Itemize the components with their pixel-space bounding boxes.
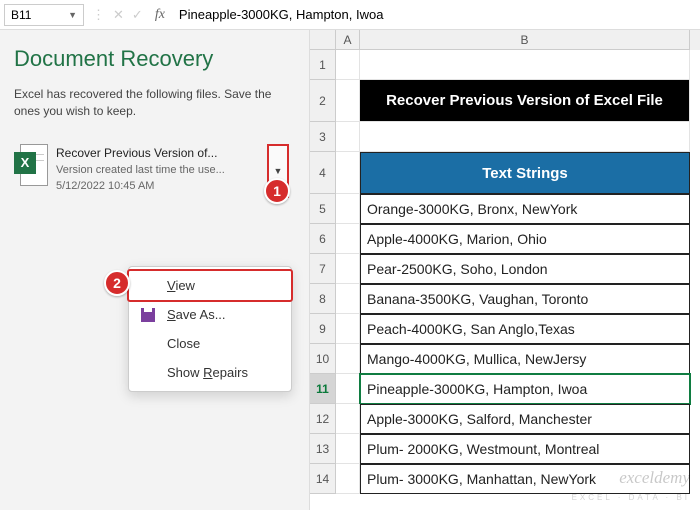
data-cell[interactable]: Plum- 2000KG, Westmount, Montreal [360, 434, 690, 464]
row-header[interactable]: 1 [310, 50, 336, 80]
recovered-file-entry[interactable]: X Recover Previous Version of... Version… [14, 144, 295, 195]
recovery-title: Document Recovery [14, 46, 295, 72]
row-header[interactable]: 2 [310, 80, 336, 122]
file-meta: Recover Previous Version of... Version c… [56, 144, 295, 195]
row-headers: 1 2 3 4 5 6 7 8 9 10 11 12 13 14 [310, 50, 336, 494]
menu-item-close[interactable]: Close [129, 329, 291, 358]
watermark-sub: EXCEL · DATA · BI [572, 493, 690, 502]
row-header[interactable]: 13 [310, 434, 336, 464]
document-recovery-panel: Document Recovery Excel has recovered th… [0, 30, 310, 510]
data-cell[interactable]: Apple-3000KG, Salford, Manchester [360, 404, 690, 434]
excel-file-icon: X [14, 144, 48, 186]
cell[interactable] [336, 152, 360, 194]
menu-item-show-repairs[interactable]: Show Repairs [129, 358, 291, 387]
cell[interactable] [336, 122, 360, 152]
cell[interactable] [336, 224, 360, 254]
row-header[interactable]: 5 [310, 194, 336, 224]
menu-item-view[interactable]: View [127, 269, 293, 302]
file-name: Recover Previous Version of... [56, 144, 295, 162]
callout-badge-2: 2 [104, 270, 130, 296]
cell[interactable] [336, 314, 360, 344]
cell[interactable] [360, 50, 690, 80]
chevron-down-icon: ▼ [68, 10, 77, 20]
name-box-value: B11 [11, 8, 31, 22]
fx-icon[interactable]: fx [147, 7, 173, 23]
row-header[interactable]: 11 [310, 374, 336, 404]
spreadsheet: A B 1 2 3 4 5 6 7 8 9 10 11 12 13 14 Rec… [310, 30, 700, 510]
divider: ⋮ [88, 7, 109, 23]
data-cell[interactable]: Peach-4000KG, San Anglo,Texas [360, 314, 690, 344]
row-header[interactable]: 7 [310, 254, 336, 284]
row-header[interactable]: 9 [310, 314, 336, 344]
cell[interactable] [360, 122, 690, 152]
cell[interactable] [336, 80, 360, 122]
sheet-title[interactable]: Recover Previous Version of Excel File [360, 80, 690, 122]
menu-item-save-as[interactable]: Save As... [129, 300, 291, 329]
data-cell[interactable]: Orange-3000KG, Bronx, NewYork [360, 194, 690, 224]
callout-badge-1: 1 [264, 178, 290, 204]
column-title[interactable]: Text Strings [360, 152, 690, 194]
file-context-menu: View Save As... Close Show Repairs [128, 266, 292, 392]
data-cell[interactable]: Mango-4000KG, Mullica, NewJersy [360, 344, 690, 374]
cell[interactable] [336, 344, 360, 374]
recovery-description: Excel has recovered the following files.… [14, 86, 295, 120]
cell[interactable] [336, 284, 360, 314]
row-header[interactable]: 8 [310, 284, 336, 314]
row-header[interactable]: 4 [310, 152, 336, 194]
grid: Recover Previous Version of Excel File T… [336, 50, 700, 510]
file-date: 5/12/2022 10:45 AM [56, 178, 295, 195]
row-header[interactable]: 3 [310, 122, 336, 152]
data-cell[interactable]: Apple-4000KG, Marion, Ohio [360, 224, 690, 254]
col-header-B[interactable]: B [360, 30, 690, 50]
save-icon [141, 308, 155, 322]
cell[interactable] [336, 254, 360, 284]
cell[interactable] [336, 464, 360, 494]
data-cell-selected[interactable]: Pineapple-3000KG, Hampton, Iwoa [360, 374, 690, 404]
data-cell[interactable]: Pear-2500KG, Soho, London [360, 254, 690, 284]
cell[interactable] [336, 194, 360, 224]
row-header[interactable]: 6 [310, 224, 336, 254]
file-version: Version created last time the use... [56, 162, 295, 179]
caret-down-icon: ▼ [274, 166, 283, 176]
cancel-icon[interactable]: ✕ [109, 7, 128, 23]
data-cell[interactable]: Banana-3500KG, Vaughan, Toronto [360, 284, 690, 314]
cell[interactable] [336, 404, 360, 434]
cell[interactable] [336, 374, 360, 404]
formula-input[interactable] [173, 4, 700, 25]
confirm-icon[interactable]: ✓ [128, 7, 147, 23]
row-header[interactable]: 10 [310, 344, 336, 374]
col-header-A[interactable]: A [336, 30, 360, 50]
column-headers: A B [336, 30, 700, 50]
row-header[interactable]: 12 [310, 404, 336, 434]
name-box[interactable]: B11 ▼ [4, 4, 84, 26]
cell[interactable] [336, 50, 360, 80]
formula-bar: B11 ▼ ⋮ ✕ ✓ fx [0, 0, 700, 30]
select-all-corner[interactable] [310, 30, 336, 50]
cell[interactable] [336, 434, 360, 464]
row-header[interactable]: 14 [310, 464, 336, 494]
watermark: exceldemy [619, 468, 690, 488]
